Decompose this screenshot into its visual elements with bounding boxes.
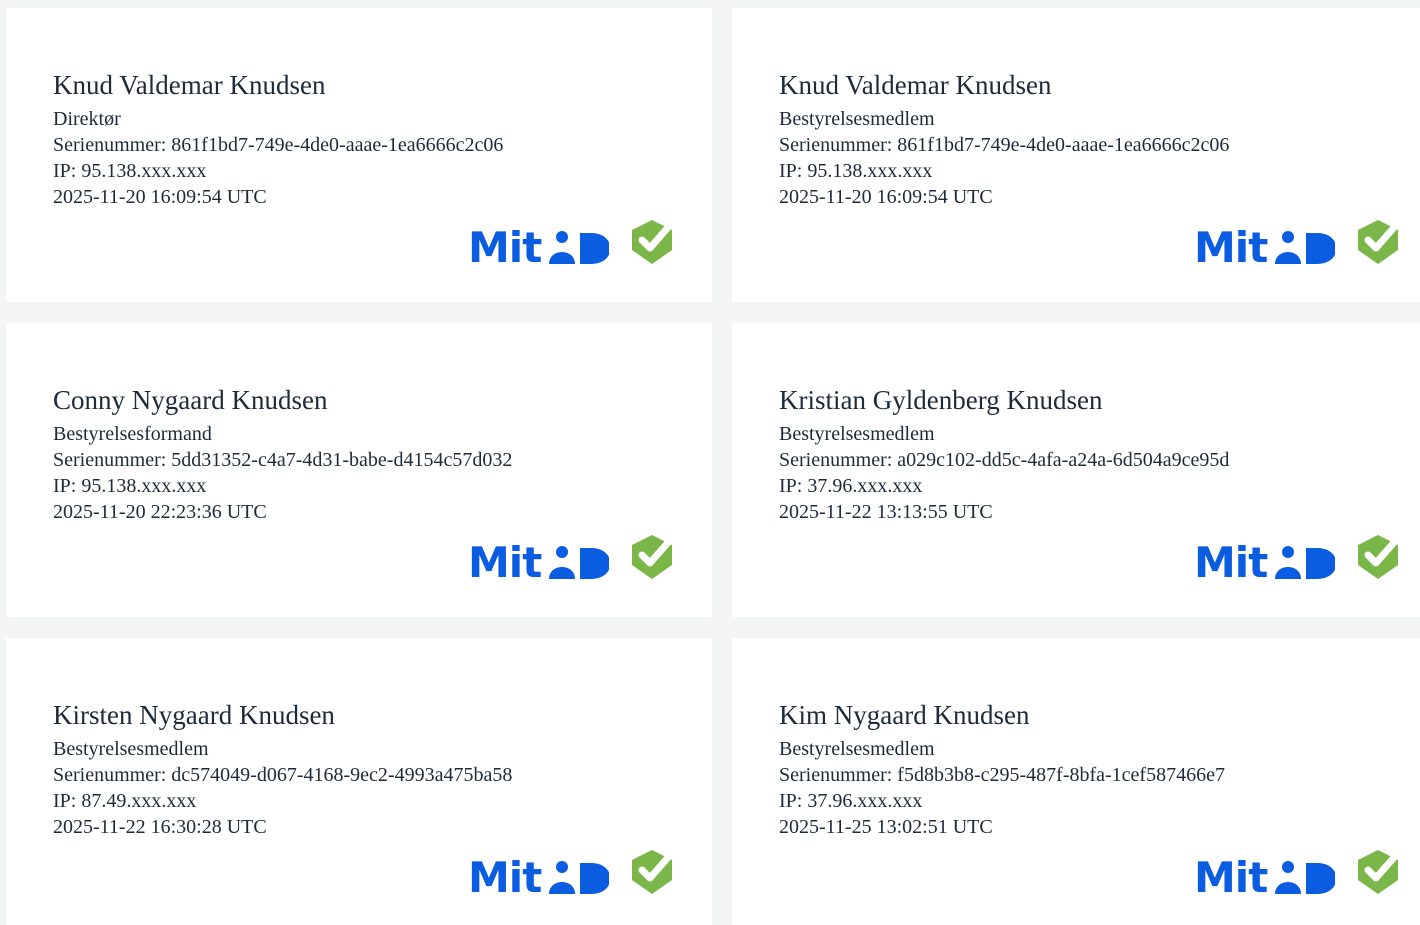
verified-check-icon <box>1358 850 1401 894</box>
ip-address: IP: 95.138.xxx.xxx <box>779 160 933 182</box>
mitid-id-icon <box>549 231 610 264</box>
signer-role: Direktør <box>53 108 121 130</box>
mitid-id-icon <box>1275 861 1336 894</box>
mitid-id-icon <box>549 861 610 894</box>
serial-number: Serienummer: 861f1bd7-749e-4de0-aaae-1ea… <box>53 134 504 156</box>
signer-name: Knud Valdemar Knudsen <box>779 70 1052 100</box>
signer-name: Knud Valdemar Knudsen <box>53 70 326 100</box>
signer-role: Bestyrelsesmedlem <box>53 738 209 760</box>
signature-card: Kirsten Nygaard Knudsen Bestyrelsesmedle… <box>6 638 712 925</box>
ip-address: IP: 87.49.xxx.xxx <box>53 790 197 812</box>
signed-timestamp: 2025-11-22 13:13:55 UTC <box>779 501 993 523</box>
ip-address: IP: 37.96.xxx.xxx <box>779 475 923 497</box>
mitid-logo: Mit <box>1194 218 1401 269</box>
mitid-id-icon <box>1275 546 1336 579</box>
mitid-logo: Mit <box>468 533 675 584</box>
mitid-id-icon <box>1275 231 1336 264</box>
signature-card: Knud Valdemar Knudsen Direktør Serienumm… <box>6 8 712 302</box>
signer-role: Bestyrelsesmedlem <box>779 108 935 130</box>
mitid-wordmark: Mit <box>1194 223 1268 272</box>
mitid-id-icon <box>549 546 610 579</box>
signer-name: Conny Nygaard Knudsen <box>53 385 328 415</box>
verified-check-icon <box>632 220 675 264</box>
signed-timestamp: 2025-11-25 13:02:51 UTC <box>779 816 993 838</box>
serial-number: Serienummer: 861f1bd7-749e-4de0-aaae-1ea… <box>779 134 1230 156</box>
signed-timestamp: 2025-11-20 16:09:54 UTC <box>53 186 267 208</box>
signature-card: Knud Valdemar Knudsen Bestyrelsesmedlem … <box>732 8 1420 302</box>
ip-address: IP: 95.138.xxx.xxx <box>53 160 207 182</box>
ip-address: IP: 95.138.xxx.xxx <box>53 475 207 497</box>
verified-check-icon <box>632 850 675 894</box>
signer-role: Bestyrelsesmedlem <box>779 738 935 760</box>
signature-card: Conny Nygaard Knudsen Bestyrelsesformand… <box>6 323 712 617</box>
mitid-wordmark: Mit <box>1194 853 1268 902</box>
serial-number: Serienummer: a029c102-dd5c-4afa-a24a-6d5… <box>779 449 1230 471</box>
mitid-logo: Mit <box>468 218 675 269</box>
signer-name: Kristian Gyldenberg Knudsen <box>779 385 1103 415</box>
signature-card: Kristian Gyldenberg Knudsen Bestyrelsesm… <box>732 323 1420 617</box>
signer-role: Bestyrelsesmedlem <box>779 423 935 445</box>
verified-check-icon <box>632 535 675 579</box>
mitid-wordmark: Mit <box>468 853 542 902</box>
serial-number: Serienummer: 5dd31352-c4a7-4d31-babe-d41… <box>53 449 513 471</box>
mitid-wordmark: Mit <box>468 538 542 587</box>
mitid-logo: Mit <box>468 848 675 899</box>
signed-timestamp: 2025-11-20 22:23:36 UTC <box>53 501 267 523</box>
signer-name: Kirsten Nygaard Knudsen <box>53 700 335 730</box>
signature-card: Kim Nygaard Knudsen Bestyrelsesmedlem Se… <box>732 638 1420 925</box>
signed-timestamp: 2025-11-20 16:09:54 UTC <box>779 186 993 208</box>
mitid-logo: Mit <box>1194 848 1401 899</box>
signer-name: Kim Nygaard Knudsen <box>779 700 1030 730</box>
mitid-logo: Mit <box>1194 533 1401 584</box>
mitid-wordmark: Mit <box>1194 538 1268 587</box>
signed-timestamp: 2025-11-22 16:30:28 UTC <box>53 816 267 838</box>
mitid-wordmark: Mit <box>468 223 542 272</box>
signer-role: Bestyrelsesformand <box>53 423 212 445</box>
serial-number: Serienummer: dc574049-d067-4168-9ec2-499… <box>53 764 513 786</box>
verified-check-icon <box>1358 220 1401 264</box>
verified-check-icon <box>1358 535 1401 579</box>
ip-address: IP: 37.96.xxx.xxx <box>779 790 923 812</box>
serial-number: Serienummer: f5d8b3b8-c295-487f-8bfa-1ce… <box>779 764 1225 786</box>
